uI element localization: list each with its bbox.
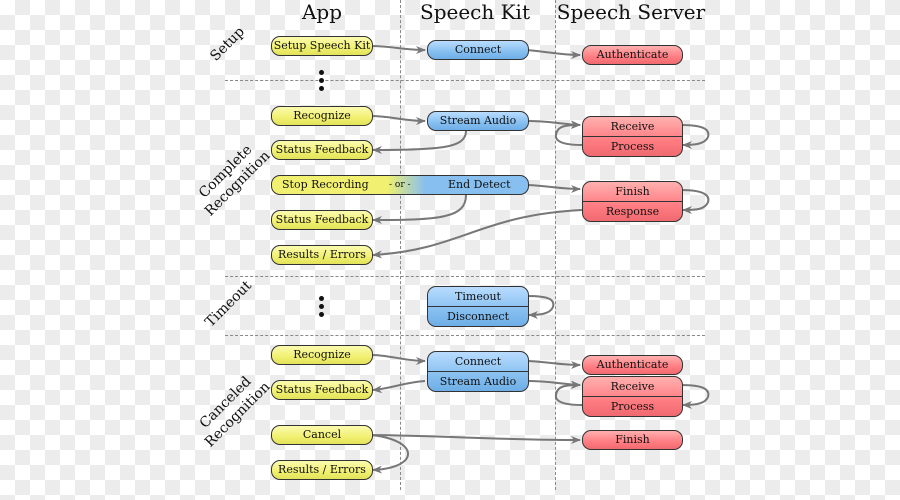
arrows-layer: [370, 45, 710, 474]
timeout-label: Timeout: [455, 290, 501, 303]
or-label: - or -: [389, 180, 411, 190]
stop-recording-label: Stop Recording: [282, 178, 369, 191]
receive-label: Receive: [610, 380, 655, 393]
authenticate-step: Authenticate: [582, 45, 683, 65]
status-feedback-step: Status Feedback: [271, 140, 373, 160]
finish-step: Finish: [582, 430, 683, 450]
arrow: [680, 124, 710, 149]
arrow: [526, 295, 555, 319]
arrow: [372, 194, 467, 224]
recognize-step: Recognize: [271, 345, 373, 365]
authenticate-step: Authenticate: [582, 355, 683, 375]
ellipsis-dots-icon: [319, 70, 325, 94]
stop-recording-or-end-detect-step: Stop Recording - or - End Detect: [271, 175, 529, 195]
connect-stream-audio-step: Connect Stream Audio: [427, 351, 529, 392]
connect-label: Connect: [454, 355, 502, 368]
stream-audio-label: Stream Audio: [428, 371, 528, 391]
disconnect-label: Disconnect: [428, 306, 528, 326]
arrow: [526, 49, 581, 59]
ellipsis-dots-icon: [319, 296, 325, 320]
arrow: [372, 380, 426, 394]
arrow: [554, 381, 583, 406]
arrow: [370, 115, 426, 125]
recognize-step: Recognize: [271, 106, 373, 126]
arrow: [370, 434, 409, 474]
cancel-step: Cancel: [271, 425, 373, 445]
status-feedback-step: Status Feedback: [271, 210, 373, 230]
arrow: [370, 354, 426, 365]
response-label: Response: [583, 201, 682, 221]
end-detect-label: End Detect: [448, 178, 511, 191]
arrow: [370, 45, 426, 54]
stream-audio-step: Stream Audio: [427, 111, 529, 131]
arrow: [526, 184, 581, 193]
timeout-disconnect-step: Timeout Disconnect: [427, 286, 529, 327]
results-errors-step: Results / Errors: [271, 460, 373, 480]
receive-label: Receive: [610, 120, 655, 133]
process-label: Process: [583, 136, 682, 156]
arrow: [370, 434, 581, 444]
setup-speech-kit-step: Setup Speech Kit: [271, 36, 373, 56]
finish-response-step: Finish Response: [582, 181, 683, 222]
arrow: [554, 121, 583, 146]
receive-process-step: Receive Process: [582, 376, 683, 417]
arrow: [526, 360, 581, 369]
arrow: [372, 209, 583, 259]
process-label: Process: [583, 396, 682, 416]
arrow: [372, 130, 467, 154]
status-feedback-step: Status Feedback: [271, 380, 373, 400]
connect-step: Connect: [427, 40, 529, 60]
arrow: [680, 384, 710, 409]
results-errors-step: Results / Errors: [271, 245, 373, 265]
receive-process-step: Receive Process: [582, 116, 683, 157]
finish-label: Finish: [615, 185, 650, 198]
arrow: [680, 189, 710, 214]
